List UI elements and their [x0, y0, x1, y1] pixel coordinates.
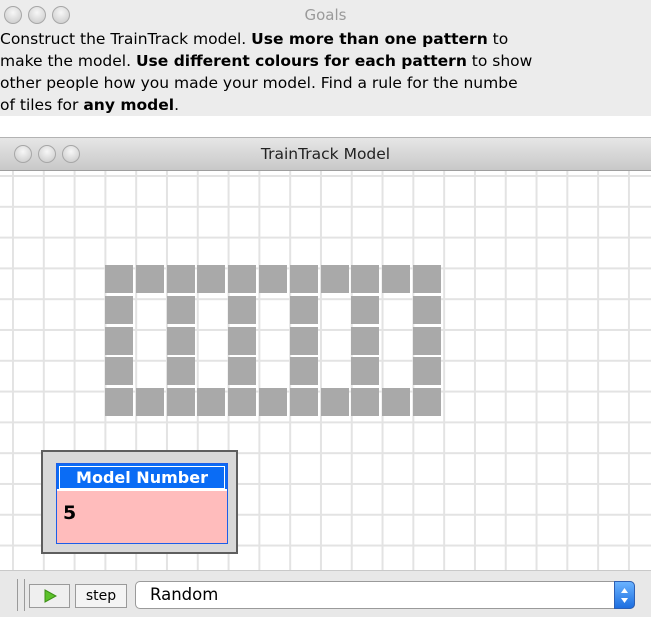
model-tile[interactable] — [413, 388, 441, 417]
model-number-label: Model Number — [57, 464, 227, 491]
model-tile[interactable] — [259, 265, 287, 293]
model-tile[interactable] — [289, 388, 318, 417]
step-button[interactable]: step — [75, 584, 127, 608]
goals-emphasis: Use different colours for each pattern — [135, 52, 467, 70]
play-button[interactable] — [29, 584, 70, 608]
goals-window-controls — [4, 6, 76, 24]
model-tile[interactable] — [166, 357, 195, 386]
model-tile[interactable] — [351, 388, 380, 417]
model-number-widget[interactable]: Model Number 5 — [41, 450, 238, 554]
model-tile[interactable] — [228, 265, 257, 293]
up-down-arrows-icon — [621, 588, 628, 603]
model-tile[interactable] — [289, 265, 318, 293]
goals-text-line: Construct the TrainTrack model. Use more… — [0, 28, 651, 50]
model-tile[interactable] — [135, 388, 164, 417]
goals-text-run: other people how you made your model. Fi… — [0, 74, 518, 92]
minimize-window-button[interactable] — [38, 145, 56, 163]
model-tile[interactable] — [351, 326, 380, 355]
model-tile[interactable] — [351, 357, 380, 386]
model-tile[interactable] — [105, 357, 133, 386]
zoom-window-button[interactable] — [52, 6, 70, 24]
goals-text-line: of tiles for any model. — [0, 94, 651, 116]
model-tile[interactable] — [197, 388, 226, 417]
play-icon — [44, 589, 57, 603]
model-tile[interactable] — [413, 265, 441, 293]
model-tile[interactable] — [228, 295, 257, 324]
model-tile[interactable] — [166, 265, 195, 293]
goals-text-run: make the model. — [0, 52, 136, 70]
model-number-value[interactable]: 5 — [57, 491, 227, 535]
model-tile[interactable] — [135, 265, 164, 293]
model-tile[interactable] — [289, 357, 318, 386]
model-tile[interactable] — [228, 357, 257, 386]
model-tile[interactable] — [105, 265, 133, 293]
goals-text-line: other people how you made your model. Fi… — [0, 72, 651, 94]
model-tile[interactable] — [413, 295, 441, 324]
close-window-button[interactable] — [14, 145, 32, 163]
model-tile[interactable] — [228, 326, 257, 355]
control-bar: step Random — [0, 570, 651, 617]
minimize-window-button[interactable] — [28, 6, 46, 24]
zoom-window-button[interactable] — [62, 145, 80, 163]
close-window-button[interactable] — [4, 6, 22, 24]
goals-text: Construct the TrainTrack model. Use more… — [0, 28, 651, 116]
model-tile[interactable] — [166, 326, 195, 355]
select-arrows-icon[interactable] — [614, 581, 635, 609]
goals-text-run: to show — [466, 52, 533, 70]
model-window-title: TrainTrack Model — [260, 145, 391, 163]
model-tile[interactable] — [382, 388, 411, 417]
model-tile[interactable] — [289, 326, 318, 355]
goals-window-title: Goals — [304, 6, 347, 24]
model-tile[interactable] — [228, 388, 257, 417]
model-tile[interactable] — [320, 388, 349, 417]
model-tile[interactable] — [351, 295, 380, 324]
mode-select[interactable]: Random — [135, 581, 635, 609]
goals-text-run: Construct the TrainTrack model. — [0, 30, 252, 48]
model-tile[interactable] — [166, 295, 195, 324]
model-window-controls — [14, 145, 86, 163]
model-window-titlebar[interactable]: TrainTrack Model — [0, 137, 651, 171]
model-tile[interactable] — [413, 326, 441, 355]
model-tile[interactable] — [105, 295, 133, 324]
mode-select-value: Random — [150, 585, 219, 604]
goals-text-run: of tiles for — [0, 96, 84, 114]
model-tile[interactable] — [413, 357, 441, 386]
model-tile[interactable] — [105, 388, 133, 417]
goals-text-line: make the model. Use different colours fo… — [0, 50, 651, 72]
goals-emphasis: Use more than one pattern — [251, 30, 488, 48]
model-tile[interactable] — [197, 265, 226, 293]
goals-emphasis: any model — [83, 96, 175, 114]
model-tile[interactable] — [382, 265, 411, 293]
model-tile[interactable] — [289, 295, 318, 324]
goals-window-titlebar[interactable]: Goals — [0, 0, 651, 30]
model-tile[interactable] — [259, 388, 287, 417]
model-tile[interactable] — [351, 265, 380, 293]
toolbar-grip[interactable] — [17, 579, 25, 611]
model-tile[interactable] — [105, 326, 133, 355]
model-tile[interactable] — [320, 265, 349, 293]
goals-text-run: . — [174, 96, 179, 114]
goals-text-run: to — [487, 30, 509, 48]
model-tile[interactable] — [166, 388, 195, 417]
model-number-panel: Model Number 5 — [56, 463, 228, 544]
